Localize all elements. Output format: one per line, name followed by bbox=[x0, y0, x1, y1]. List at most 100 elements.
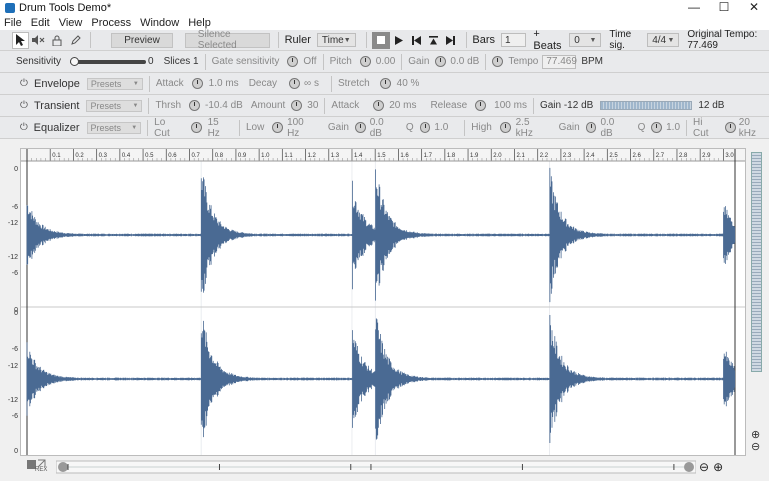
tempo-label: Tempo bbox=[508, 56, 539, 67]
threshold-knob[interactable] bbox=[189, 100, 201, 111]
lock-tool-button[interactable] bbox=[49, 32, 66, 49]
low-gain-value: 0.0 dB bbox=[369, 116, 384, 139]
transient-presets-select[interactable]: Presets ▼ bbox=[86, 99, 143, 112]
overview-left-handle[interactable] bbox=[58, 462, 68, 472]
gain-value: 0.0 dB bbox=[450, 56, 480, 67]
envelope-attack-value: 1.0 ms bbox=[208, 78, 239, 89]
skip-end-button[interactable] bbox=[442, 32, 459, 49]
db-tick-label: -6 bbox=[11, 204, 18, 211]
low-q-knob[interactable] bbox=[419, 122, 431, 133]
db-tick-label: 0 bbox=[14, 166, 18, 173]
play-button[interactable] bbox=[390, 32, 407, 49]
ruler-mode-select[interactable]: Time ▼ bbox=[316, 33, 356, 47]
hi-cut-knob[interactable] bbox=[725, 122, 736, 133]
sensitivity-slider[interactable] bbox=[70, 56, 147, 66]
waveform-display[interactable]: 0.1 0.2 0.3 0.4 0.5 0.6 0.7 0.8 0.9 1.0 1.1 1.2 1.3 1… bbox=[20, 148, 746, 456]
low-knob[interactable] bbox=[272, 122, 284, 133]
beats-select[interactable]: 0 ▼ bbox=[569, 33, 602, 47]
arrow-tool-button[interactable] bbox=[11, 31, 29, 49]
preview-button[interactable]: Preview bbox=[111, 32, 173, 48]
chevron-down-icon: ▼ bbox=[132, 80, 139, 87]
transient-attack-knob[interactable] bbox=[373, 100, 385, 111]
transient-gain-meter[interactable] bbox=[600, 101, 693, 110]
row-divider bbox=[204, 53, 206, 70]
ruler-tick-label: 0.2 bbox=[75, 153, 84, 159]
stop-button[interactable] bbox=[372, 31, 390, 49]
amount-knob[interactable] bbox=[291, 100, 303, 111]
lo-cut-knob[interactable] bbox=[190, 122, 202, 133]
tempo-input[interactable]: 77.469 bbox=[542, 54, 577, 69]
low-gain-knob[interactable] bbox=[355, 122, 366, 133]
db-tick-label: -6 bbox=[11, 270, 18, 277]
stretch-value: 40 % bbox=[396, 78, 420, 89]
maximize-button[interactable]: ☐ bbox=[709, 0, 739, 16]
equalizer-power-icon[interactable]: ⏻ bbox=[18, 122, 30, 134]
transient-power-icon[interactable]: ⏻ bbox=[18, 100, 30, 112]
db-tick-label: -12 bbox=[7, 220, 18, 227]
row-divider bbox=[148, 97, 150, 114]
ruler-tick-label: 1.9 bbox=[470, 153, 479, 159]
waveform-right-channel[interactable] bbox=[26, 315, 736, 443]
menu-help[interactable]: Help bbox=[188, 17, 211, 29]
db-axis: 0 -6 -12 -12 -6 0 0 -6 -12 -12 -6 0 bbox=[0, 150, 20, 455]
chevron-down-icon: ▼ bbox=[343, 36, 351, 44]
loop-button[interactable] bbox=[425, 32, 442, 49]
gain-knob[interactable] bbox=[435, 56, 447, 67]
gate-sensitivity-value: Off bbox=[303, 56, 317, 67]
row-divider bbox=[532, 97, 534, 114]
db-tick-label: -12 bbox=[7, 254, 18, 261]
menu-process[interactable]: Process bbox=[91, 17, 131, 29]
db-tick-label: 0 bbox=[14, 310, 18, 317]
close-button[interactable]: ✕ bbox=[739, 0, 769, 16]
menu-view[interactable]: View bbox=[59, 17, 83, 29]
sensitivity-slider-thumb[interactable] bbox=[70, 56, 80, 66]
ruler-tick-label: 1.0 bbox=[261, 153, 270, 159]
menu-window[interactable]: Window bbox=[140, 17, 179, 29]
waveform-left-channel[interactable] bbox=[26, 167, 736, 303]
waveform-canvas[interactable]: 0.1 0.2 0.3 0.4 0.5 0.6 0.7 0.8 0.9 1.0 1.1 1.2 1.3 1… bbox=[21, 149, 745, 455]
zoom-in-icon[interactable]: ⊕ bbox=[713, 460, 723, 474]
rex-export-button[interactable]: REX bbox=[26, 459, 48, 475]
time-sig-select[interactable]: 4/4 ▼ bbox=[647, 33, 680, 47]
decay-knob[interactable] bbox=[289, 78, 301, 89]
envelope-power-icon[interactable]: ⏻ bbox=[18, 78, 30, 90]
rewind-button[interactable] bbox=[407, 32, 424, 49]
zoom-out-vertical-icon[interactable]: ⊖ bbox=[751, 440, 760, 453]
pencil-tool-button[interactable] bbox=[68, 32, 85, 49]
mute-tool-button[interactable] bbox=[31, 32, 48, 49]
rex-label: REX bbox=[35, 467, 48, 473]
time-sig-label: Time sig. bbox=[609, 29, 632, 51]
main-toolbar: Preview Silence Selected Ruler Time ▼ Bar… bbox=[0, 28, 769, 52]
stretch-knob[interactable] bbox=[379, 78, 391, 89]
overview-scrollbar[interactable] bbox=[56, 459, 696, 475]
bars-input[interactable]: 1 bbox=[501, 33, 527, 47]
menu-edit[interactable]: Edit bbox=[31, 17, 50, 29]
pitch-knob[interactable] bbox=[359, 56, 371, 67]
overview-right-handle[interactable] bbox=[684, 462, 694, 472]
menu-file[interactable]: File bbox=[4, 17, 22, 29]
envelope-attack-knob[interactable] bbox=[191, 78, 203, 89]
bars-label: Bars bbox=[472, 34, 495, 46]
toolbar-divider bbox=[465, 32, 467, 48]
silence-selected-button[interactable]: Silence Selected bbox=[184, 29, 270, 51]
ruler-tick-label: 2.6 bbox=[633, 153, 642, 159]
hi-cut-value: 20 kHz bbox=[738, 116, 756, 139]
equalizer-presets-select[interactable]: Presets ▼ bbox=[86, 121, 142, 134]
ruler-tick-label: 3.0 bbox=[725, 153, 734, 159]
minimize-button[interactable]: — bbox=[679, 0, 709, 16]
ruler-tick-label: 0.7 bbox=[191, 153, 200, 159]
row-divider bbox=[148, 75, 150, 92]
release-knob[interactable] bbox=[475, 100, 487, 111]
tempo-knob[interactable] bbox=[492, 56, 504, 67]
ruler-mode-value: Time bbox=[321, 34, 344, 46]
decay-value: ∞ s bbox=[304, 78, 319, 89]
high-q-knob[interactable] bbox=[651, 122, 663, 133]
high-knob[interactable] bbox=[499, 122, 511, 133]
slices-count: Slices 1 bbox=[163, 56, 199, 67]
gate-sensitivity-knob[interactable] bbox=[287, 56, 299, 67]
row-divider bbox=[464, 119, 466, 136]
ruler-tick-label: 1.4 bbox=[354, 153, 363, 159]
zoom-out-icon[interactable]: ⊖ bbox=[699, 460, 709, 474]
high-gain-knob[interactable] bbox=[585, 122, 597, 133]
envelope-presets-select[interactable]: Presets ▼ bbox=[86, 77, 143, 90]
